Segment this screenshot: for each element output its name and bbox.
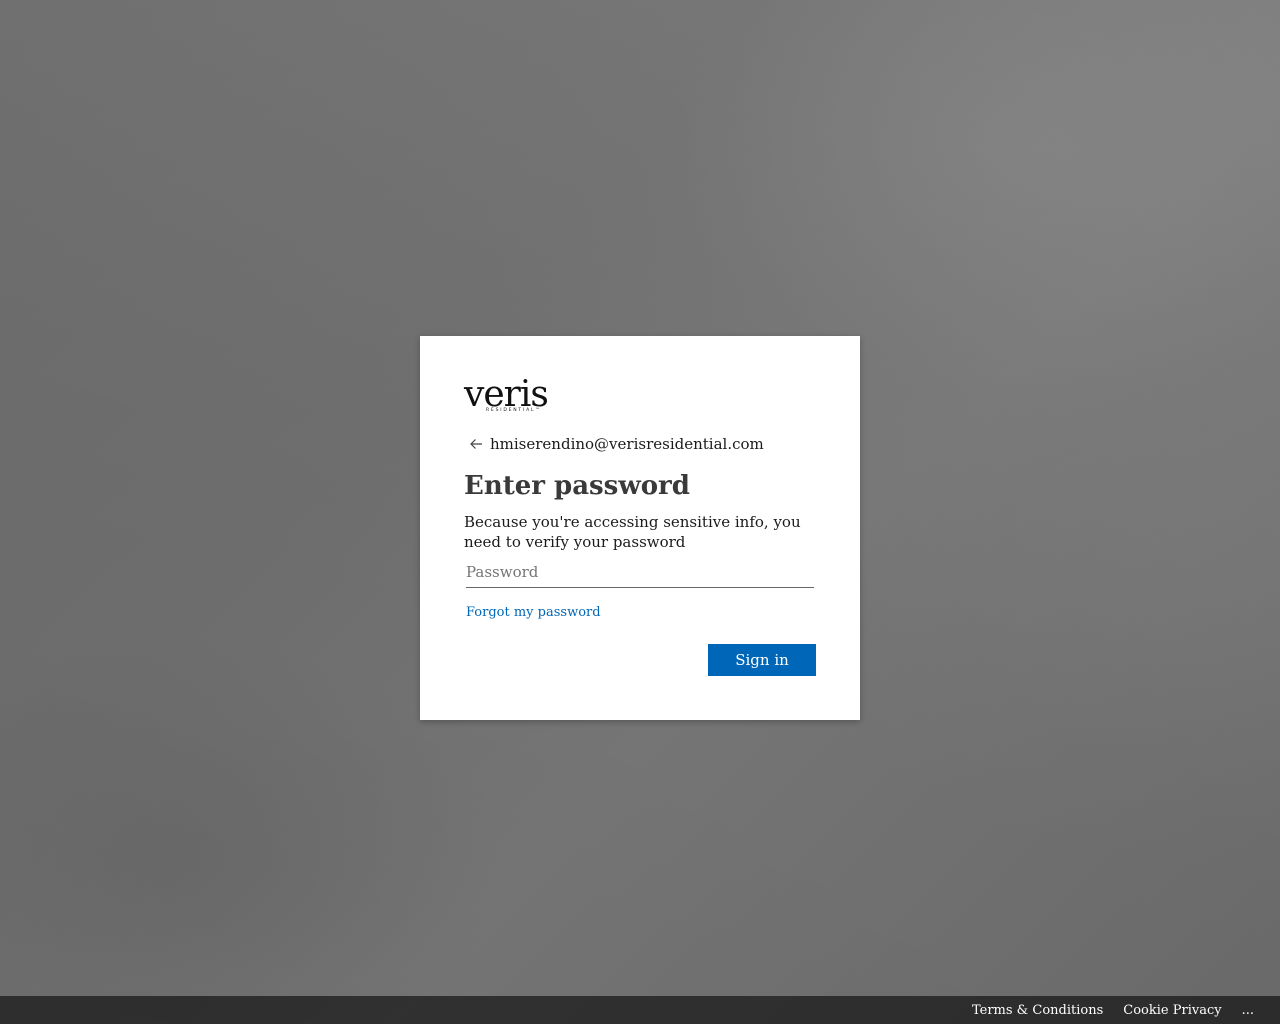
cookie-privacy-link[interactable]: Cookie Privacy [1123, 1003, 1221, 1018]
forgot-password-link[interactable]: Forgot my password [466, 605, 601, 620]
footer: Terms & Conditions Cookie Privacy ... [0, 996, 1280, 1024]
page-description: Because you're accessing sensitive info,… [464, 513, 801, 551]
arrow-left-icon [470, 439, 482, 449]
sign-in-card: veris RESIDENTIAL™ hmiserendino@verisres… [420, 336, 860, 720]
identity-banner: hmiserendino@verisresidential.com [464, 432, 764, 456]
logo-subtext: RESIDENTIAL™ [486, 408, 542, 413]
page-title: Enter password [464, 471, 690, 501]
password-input[interactable] [466, 556, 814, 588]
more-options-button[interactable]: ... [1242, 1003, 1254, 1018]
terms-link[interactable]: Terms & Conditions [972, 1003, 1103, 1018]
back-button[interactable] [464, 432, 488, 456]
identity-email: hmiserendino@verisresidential.com [490, 435, 764, 453]
veris-residential-logo: veris RESIDENTIAL™ [464, 376, 554, 418]
sign-in-button[interactable]: Sign in [708, 644, 816, 676]
